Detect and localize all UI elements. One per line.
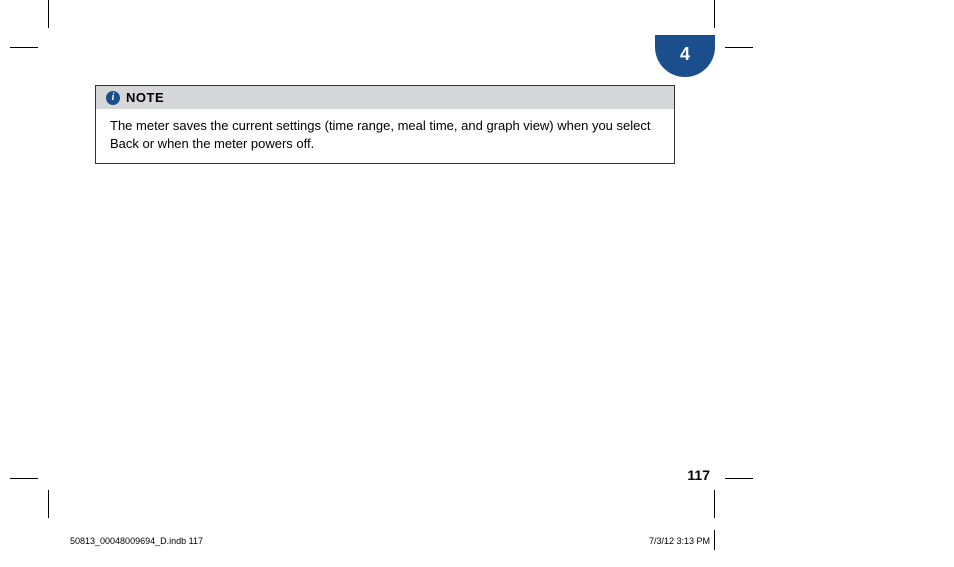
footer-timestamp: 7/3/12 3:13 PM [649,536,710,546]
crop-mark [10,47,38,48]
crop-mark [48,490,49,518]
chapter-tab: 4 [655,35,715,77]
page-content: 4 i NOTE The meter saves the current set… [95,5,715,515]
note-title: NOTE [126,90,164,105]
footer-file-info: 50813_00048009694_D.indb 117 [70,536,203,546]
footer-slug: 50813_00048009694_D.indb 117 7/3/12 3:13… [70,536,710,546]
crop-mark [725,478,753,479]
chapter-number: 4 [680,44,690,65]
note-body: The meter saves the current settings (ti… [96,109,674,163]
note-box: i NOTE The meter saves the current setti… [95,85,675,164]
crop-mark [48,0,49,28]
info-icon: i [106,91,120,105]
footer-rule [714,530,715,550]
note-header: i NOTE [96,86,674,109]
crop-mark [725,47,753,48]
crop-mark [10,478,38,479]
page-number: 117 [687,467,710,483]
